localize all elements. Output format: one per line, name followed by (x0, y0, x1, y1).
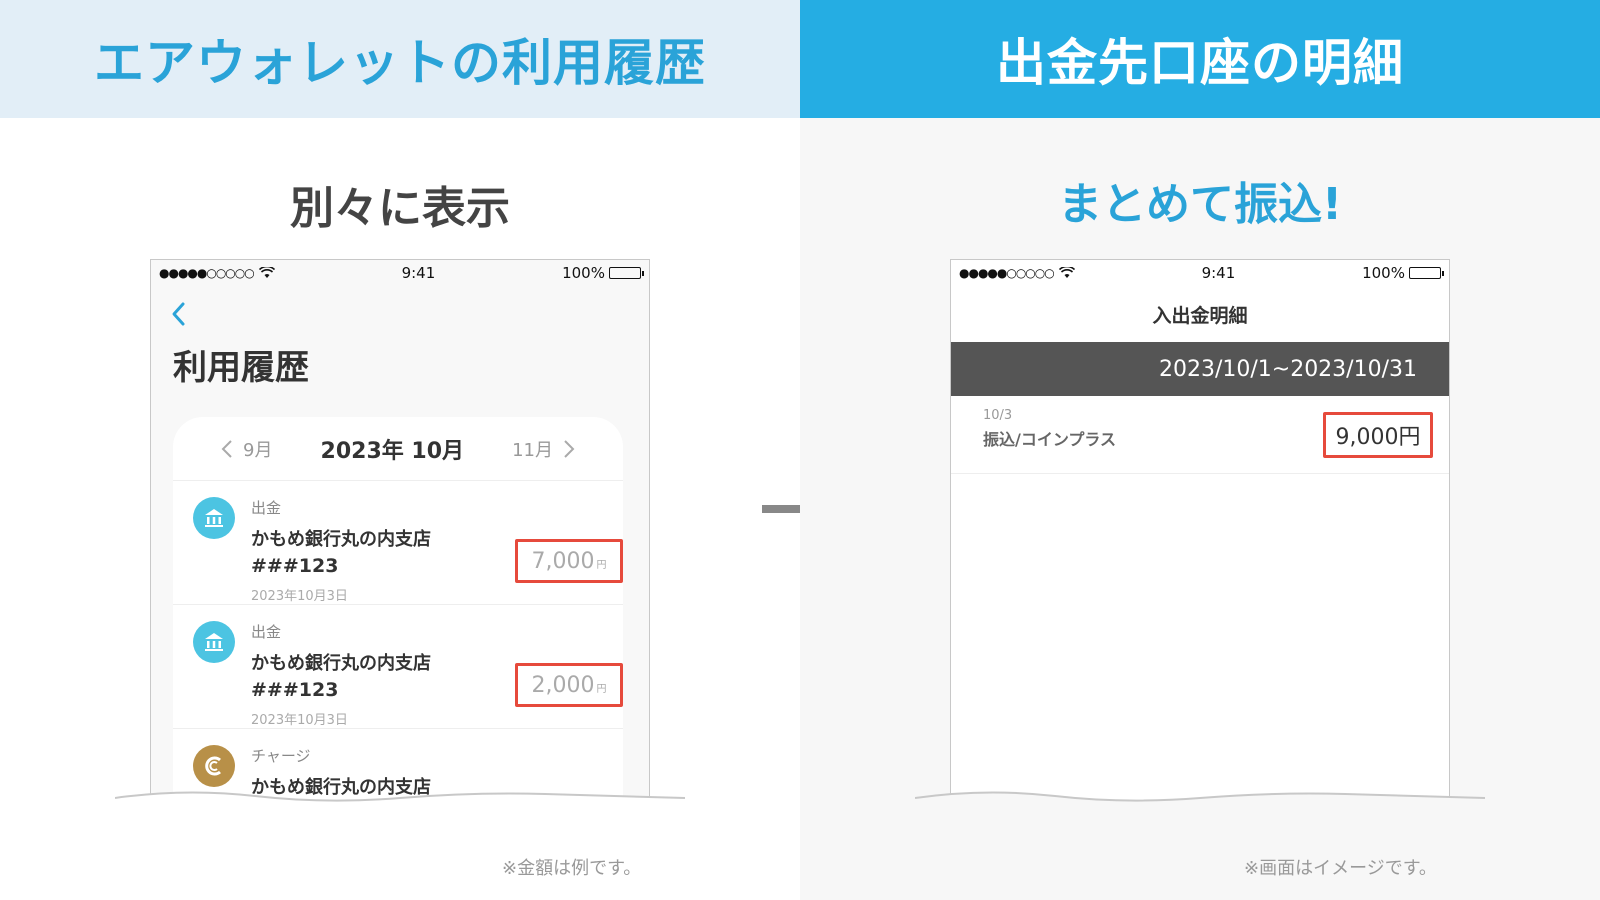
transaction-amount: 2,000 円 (515, 663, 623, 707)
signal-indicator: ●●●●●○○○○○ (959, 266, 1075, 280)
clock: 9:41 (1201, 264, 1236, 282)
status-bar: ●●●●●○○○○○ 9:41 100% (951, 260, 1449, 286)
battery-indicator: 100% (562, 264, 644, 282)
statement-description: 振込/コインプラス (983, 430, 1117, 449)
current-month: 2023年 10月 (320, 438, 465, 464)
left-banner: エアウォレットの利用履歴 (0, 0, 800, 118)
battery-indicator: 100% (1362, 264, 1444, 282)
transaction-date: 2023年10月3日 (251, 589, 348, 604)
statement-title: 入出金明細 (1152, 304, 1248, 327)
battery-icon (1408, 267, 1444, 279)
transaction-bank-name: かもめ銀行丸の内支店 (251, 653, 431, 674)
bank-icon (193, 497, 235, 539)
transaction-type: チャージ (251, 747, 311, 765)
battery-icon (608, 267, 644, 279)
transaction-row[interactable]: 出金 かもめ銀行丸の内支店 ###123 2023年10月3日 2,000 円 (173, 605, 623, 729)
transaction-account: ###123 (251, 679, 339, 701)
battery-text: 100% (1362, 264, 1405, 282)
wifi-icon (258, 267, 275, 278)
left-note: ※金額は例です。 (502, 858, 642, 879)
left-torn-edge (115, 791, 685, 828)
transaction-type: 出金 (251, 499, 282, 517)
amount-unit: 円 (596, 560, 607, 571)
amount-unit: 円 (596, 684, 607, 695)
right-phone-screen: ●●●●●○○○○○ 9:41 100% 入出金明細 2023/10/1~202… (950, 259, 1450, 816)
month-navigator: 9月 2023年 10月 11月 (173, 417, 623, 481)
wifi-icon (1058, 267, 1075, 278)
transaction-bank-name: かもめ銀行丸の内支店 (251, 529, 431, 550)
page-title: 利用履歴 (173, 348, 309, 388)
statement-row[interactable]: 10/3 振込/コインプラス 9,000円 (951, 396, 1449, 474)
right-note: ※画面はイメージです。 (1244, 858, 1437, 879)
bank-icon (193, 621, 235, 663)
transaction-amount: 7,000 円 (515, 539, 623, 583)
signal-dots: ●●●●●○○○○○ (159, 266, 255, 280)
prev-month-label: 9月 (243, 439, 273, 461)
right-banner: 出金先口座の明細 (800, 0, 1600, 118)
transaction-date: 2023年10月3日 (251, 713, 348, 728)
transaction-row[interactable]: 出金 かもめ銀行丸の内支店 ###123 2023年10月3日 7,000 円 (173, 481, 623, 605)
statement-amount: 9,000円 (1323, 412, 1433, 458)
chevron-right-icon (564, 439, 575, 458)
chevron-left-icon (221, 439, 232, 458)
left-subtitle: 別々に表示 (290, 183, 510, 234)
right-subtitle: まとめて振込! (1057, 179, 1343, 230)
signal-dots: ●●●●●○○○○○ (959, 266, 1055, 280)
statement-period: 2023/10/1~2023/10/31 (951, 342, 1449, 396)
history-card: 9月 2023年 10月 11月 出金 かもめ銀行丸の内支店 ###123 20… (173, 417, 623, 816)
amount-value: 7,000 (531, 549, 595, 574)
right-torn-edge (915, 791, 1485, 828)
next-month-button[interactable]: 11月 (512, 436, 575, 462)
prev-month-button[interactable]: 9月 (221, 436, 272, 462)
statement-date: 10/3 (983, 408, 1013, 423)
signal-indicator: ●●●●●○○○○○ (159, 266, 275, 280)
left-panel: エアウォレットの利用履歴 別々に表示 ●●●●●○○○○○ 9:41 100% … (0, 0, 800, 900)
battery-text: 100% (562, 264, 605, 282)
right-panel: 出金先口座の明細 まとめて振込! ●●●●●○○○○○ 9:41 100% 入出… (800, 0, 1600, 900)
status-bar: ●●●●●○○○○○ 9:41 100% (151, 260, 649, 286)
next-month-label: 11月 (512, 439, 553, 461)
transaction-account: ###123 (251, 555, 339, 577)
amount-value: 2,000 (531, 673, 595, 698)
clock: 9:41 (401, 264, 436, 282)
transaction-type: 出金 (251, 623, 282, 641)
back-chevron-icon[interactable] (169, 300, 189, 328)
coin-icon (193, 745, 235, 787)
left-phone-screen: ●●●●●○○○○○ 9:41 100% 利用履歴 9月 2023年 10月 1… (150, 259, 650, 816)
